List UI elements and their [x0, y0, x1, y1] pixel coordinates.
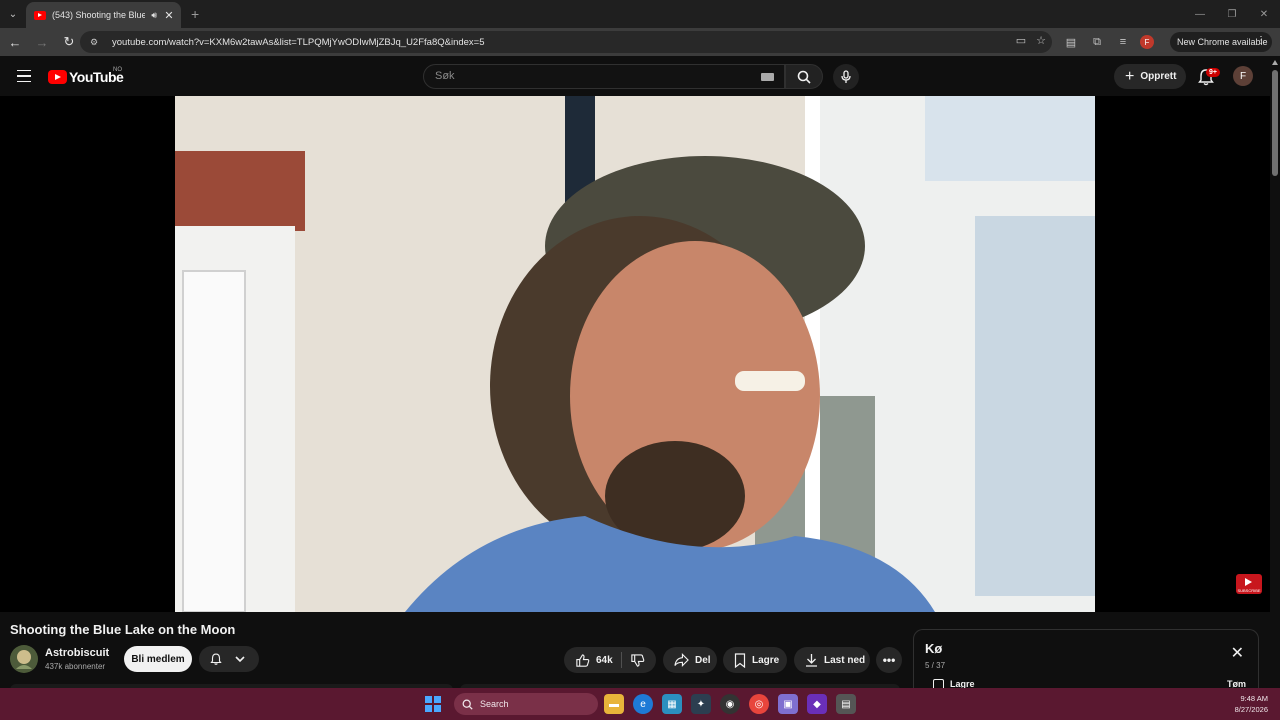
country-code: NO: [113, 67, 122, 73]
like-divider: [620, 652, 622, 668]
share-label: Del: [695, 654, 711, 666]
tab-search-chevron-icon[interactable]: ⌄: [0, 0, 26, 28]
thumbs-up-icon[interactable]: [575, 653, 590, 668]
scroll-up-arrow-icon[interactable]: [1272, 60, 1278, 65]
file-explorer-icon[interactable]: ▬: [604, 694, 624, 714]
search-icon: [797, 70, 811, 84]
reload-icon[interactable]: ↻: [57, 30, 81, 54]
subscription-bell-button[interactable]: [199, 646, 259, 672]
create-button[interactable]: + Opprett: [1114, 64, 1186, 89]
cast-icon[interactable]: ▭: [1016, 34, 1026, 47]
browser-tab-active[interactable]: (543) Shooting the Blue Lake on the Moon…: [26, 2, 181, 28]
media-queue-icon[interactable]: ≡: [1114, 32, 1132, 52]
video-title: Shooting the Blue Lake on the Moon: [10, 622, 236, 637]
join-button[interactable]: Bli medlem: [124, 646, 192, 672]
user-avatar[interactable]: F: [1233, 66, 1253, 86]
tab-close-icon[interactable]: ✕: [163, 9, 175, 22]
browser-tab-strip: ⌄ (543) Shooting the Blue Lake on the Mo…: [0, 0, 1280, 28]
new-chrome-available-button[interactable]: New Chrome available ⋮: [1170, 32, 1272, 52]
more-actions-button[interactable]: •••: [876, 647, 902, 673]
browser-toolbar: ← → ↻ ⚙︎ youtube.com/watch?v=KXM6w2tawAs…: [0, 28, 1280, 56]
chevron-down-icon: [235, 656, 245, 663]
hamburger-menu-icon[interactable]: [14, 66, 34, 86]
taskbar-time: 9:48 AM: [1240, 694, 1268, 703]
tab-search-icon[interactable]: ▤: [1062, 32, 1080, 52]
like-dislike-group: 64k: [564, 647, 656, 673]
windows-start-icon[interactable]: [425, 696, 441, 712]
back-arrow-icon[interactable]: ←: [3, 30, 27, 54]
tab-title: (543) Shooting the Blue Lake on the Moon: [52, 10, 146, 20]
search-placeholder: Søk: [435, 70, 455, 82]
create-label: Opprett: [1140, 71, 1177, 82]
video-frame-image: [175, 96, 1095, 612]
scroll-thumb[interactable]: [1272, 70, 1278, 176]
chrome-menu-icon[interactable]: ⋮: [1256, 35, 1266, 46]
restore-icon[interactable]: ❐: [1216, 0, 1248, 28]
profile-avatar-icon[interactable]: F: [1140, 35, 1154, 49]
new-chrome-label: New Chrome available: [1177, 37, 1268, 47]
youtube-header: YouTube NO Søk + Opprett F: [0, 56, 1270, 96]
speaker-icon[interactable]: 🔊︎: [151, 10, 157, 21]
more-horizontal-icon: •••: [882, 653, 896, 667]
save-label: Lagre: [752, 654, 780, 666]
save-button[interactable]: Lagre: [723, 647, 787, 673]
page-scrollbar[interactable]: [1270, 56, 1280, 688]
taskbar-clock[interactable]: 9:48 AM 8/27/2026: [1235, 693, 1268, 715]
download-button[interactable]: Last ned: [794, 647, 870, 673]
channel-name[interactable]: Astrobiscuit: [45, 647, 109, 659]
extensions-icon[interactable]: ⧉: [1088, 32, 1106, 52]
taskbar-date: 8/27/2026: [1234, 705, 1268, 714]
forward-arrow-icon[interactable]: →: [30, 30, 54, 54]
window-controls: — ❐ ✕: [1184, 0, 1280, 28]
taskbar-search-icon: [462, 699, 473, 710]
queue-position: 5 / 37: [925, 661, 946, 670]
site-info-icon[interactable]: ⚙︎: [88, 37, 100, 47]
taskbar-search[interactable]: Search: [454, 693, 598, 715]
channel-avatar-image: [10, 645, 38, 673]
app-icon-dark[interactable]: ◉: [720, 694, 740, 714]
taskbar-apps: ▬ e ▦ ✦ ◉ ◎ ▣ ◆ ▤: [604, 694, 856, 714]
keyboard-icon[interactable]: [761, 73, 774, 81]
queue-title: Kø: [925, 641, 943, 656]
minimize-icon[interactable]: —: [1184, 0, 1216, 28]
search-button[interactable]: [785, 64, 823, 89]
store-icon[interactable]: ▦: [662, 694, 682, 714]
share-arrow-icon: [674, 653, 689, 667]
app-icon-gray[interactable]: ▤: [836, 694, 856, 714]
search-input[interactable]: Søk: [423, 64, 785, 89]
subscriber-count: 437k abonnenter: [45, 662, 106, 671]
address-bar[interactable]: ⚙︎ youtube.com/watch?v=KXM6w2tawAs&list=…: [80, 31, 1052, 53]
bookmark-star-icon[interactable]: ☆: [1036, 34, 1046, 47]
youtube-favicon-icon: [34, 10, 46, 20]
edge-browser-icon[interactable]: e: [633, 694, 653, 714]
notification-badge: 9+: [1206, 68, 1220, 77]
like-count[interactable]: 64k: [596, 655, 613, 666]
plus-icon: +: [1125, 67, 1135, 85]
microphone-icon: [841, 70, 851, 83]
taskbar-search-label: Search: [480, 699, 509, 709]
close-window-icon[interactable]: ✕: [1248, 0, 1280, 28]
download-icon: [806, 654, 817, 667]
channel-avatar[interactable]: [10, 645, 38, 673]
voice-search-button[interactable]: [833, 64, 859, 90]
app-icon-violet[interactable]: ◆: [807, 694, 827, 714]
bell-icon: [210, 653, 222, 665]
queue-close-icon[interactable]: ✕: [1231, 646, 1244, 662]
chrome-icon[interactable]: ◎: [749, 694, 769, 714]
url-text[interactable]: youtube.com/watch?v=KXM6w2tawAs&list=TLP…: [112, 37, 485, 48]
share-button[interactable]: Del: [663, 647, 717, 673]
download-label: Last ned: [824, 654, 866, 666]
video-frame[interactable]: [175, 96, 1095, 612]
thumbs-down-icon[interactable]: [630, 653, 645, 668]
subscribe-watermark-label: SUBSCRIBE: [1237, 588, 1261, 593]
youtube-play-logo-icon: [48, 70, 67, 84]
new-tab-plus-icon[interactable]: +: [191, 6, 199, 22]
app-icon-purple[interactable]: ▣: [778, 694, 798, 714]
app-icon-blue[interactable]: ✦: [691, 694, 711, 714]
bookmark-icon: [734, 652, 746, 668]
